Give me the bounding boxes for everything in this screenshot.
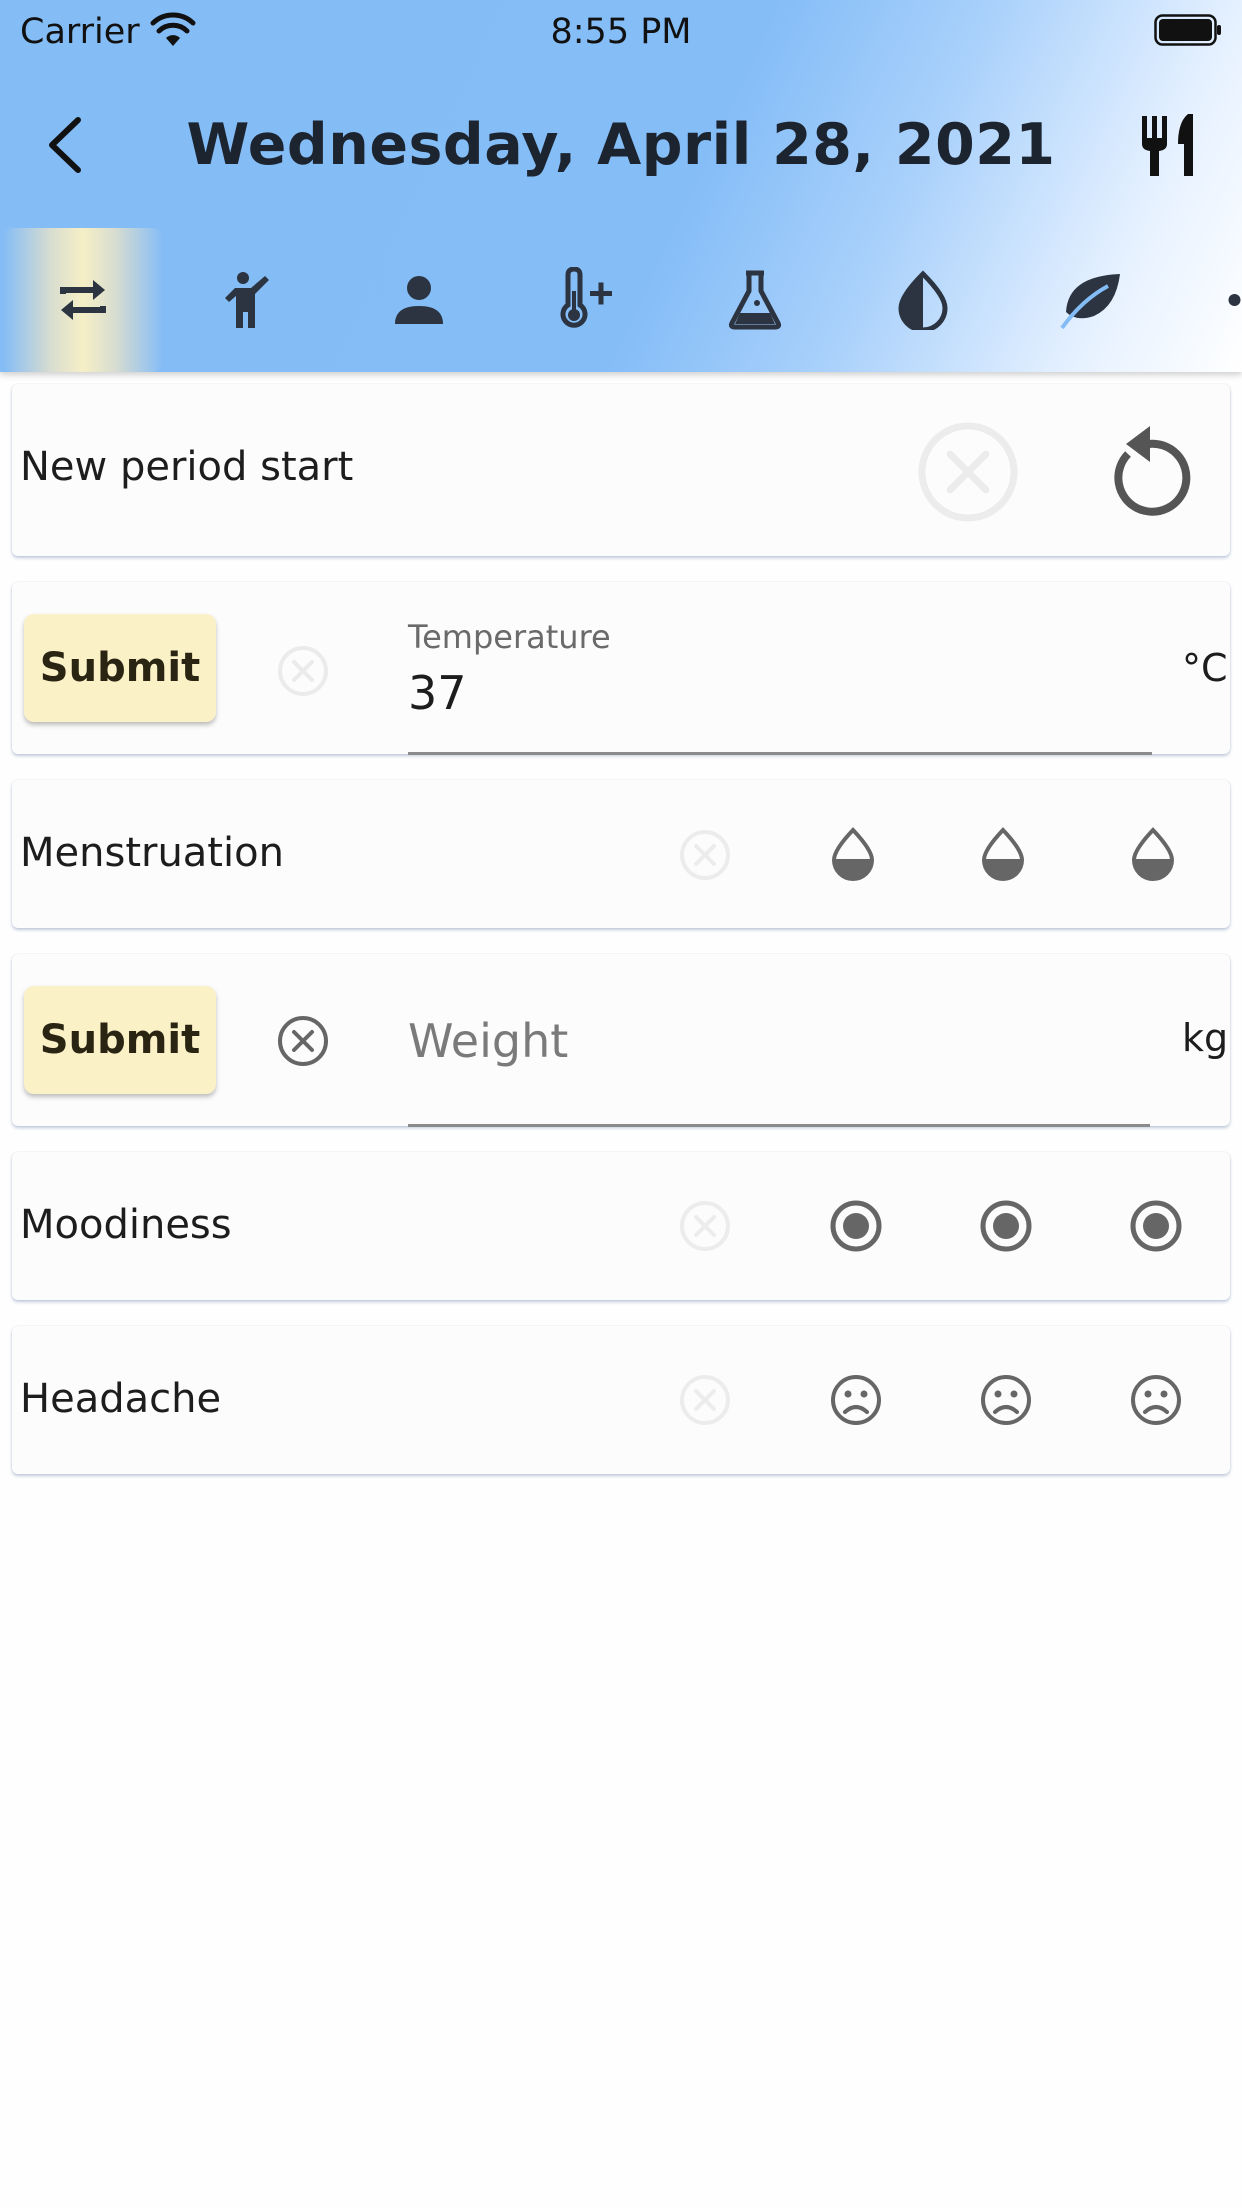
tab-lab[interactable] xyxy=(675,228,835,372)
card-moodiness: Moodiness xyxy=(12,1152,1230,1300)
person-icon xyxy=(395,276,443,324)
partial-circle-icon xyxy=(1228,294,1241,306)
weight-underline xyxy=(408,1124,1150,1127)
flask-icon xyxy=(728,270,782,330)
drop-level-1-icon[interactable] xyxy=(828,826,878,882)
clear-icon[interactable] xyxy=(678,1373,732,1427)
card-temperature: Submit Temperature 37 °C xyxy=(12,582,1230,755)
person-waving-icon xyxy=(225,272,269,328)
thermometer-plus-icon xyxy=(560,267,612,328)
temperature-field-label: Temperature xyxy=(408,618,611,656)
menstruation-label: Menstruation xyxy=(20,830,284,876)
reset-icon[interactable] xyxy=(1098,414,1198,520)
weight-unit: kg xyxy=(1182,1016,1229,1060)
title-row: Wednesday, April 28, 2021 xyxy=(0,100,1242,190)
clear-icon[interactable] xyxy=(276,1014,330,1068)
card-headache: Headache xyxy=(12,1326,1230,1474)
mood-level-3-icon[interactable] xyxy=(1128,1198,1184,1254)
app-header: Carrier 8:55 PM Wednesday, April 28, 202… xyxy=(0,0,1242,372)
weight-input[interactable]: Weight xyxy=(408,1014,568,1068)
weight-submit-button[interactable]: Submit xyxy=(24,986,216,1094)
sad-face-3-icon[interactable] xyxy=(1128,1372,1184,1428)
mood-level-2-icon[interactable] xyxy=(978,1198,1034,1254)
temperature-input[interactable]: 37 xyxy=(408,666,467,720)
clear-icon[interactable] xyxy=(276,644,330,698)
headache-label: Headache xyxy=(20,1376,222,1422)
sad-face-1-icon[interactable] xyxy=(828,1372,884,1428)
tab-fluid[interactable] xyxy=(843,228,1003,372)
status-time: 8:55 PM xyxy=(550,12,692,52)
category-tabs xyxy=(0,228,1242,372)
card-weight: Submit Weight kg xyxy=(12,954,1230,1127)
tab-activity[interactable] xyxy=(171,228,331,372)
page-title: Wednesday, April 28, 2021 xyxy=(186,112,1056,178)
battery-icon xyxy=(1154,14,1221,46)
sad-face-2-icon[interactable] xyxy=(978,1372,1034,1428)
tab-more[interactable] xyxy=(1179,228,1242,372)
half-drop-icon xyxy=(898,270,948,330)
leaf-icon xyxy=(1060,274,1120,330)
temperature-unit: °C xyxy=(1182,646,1228,690)
card-new-period: New period start xyxy=(12,384,1230,556)
clear-icon[interactable] xyxy=(678,1199,732,1253)
temperature-underline xyxy=(408,752,1152,755)
tab-person[interactable] xyxy=(339,228,499,372)
tab-leaf[interactable] xyxy=(1011,228,1171,372)
temperature-submit-button[interactable]: Submit xyxy=(24,614,216,722)
moodiness-label: Moodiness xyxy=(20,1202,232,1248)
new-period-label: New period start xyxy=(20,444,354,490)
mood-level-1-icon[interactable] xyxy=(828,1198,884,1254)
food-utensils-icon[interactable] xyxy=(1134,110,1204,180)
clear-icon[interactable] xyxy=(678,828,732,882)
drop-level-3-icon[interactable] xyxy=(1128,826,1178,882)
status-bar: Carrier 8:55 PM xyxy=(0,0,1242,62)
tab-repeat[interactable] xyxy=(3,228,163,372)
card-menstruation: Menstruation xyxy=(12,780,1230,928)
drop-level-2-icon[interactable] xyxy=(978,826,1028,882)
clear-icon[interactable] xyxy=(916,420,1020,524)
repeat-icon xyxy=(60,280,106,320)
tab-temperature[interactable] xyxy=(507,228,667,372)
